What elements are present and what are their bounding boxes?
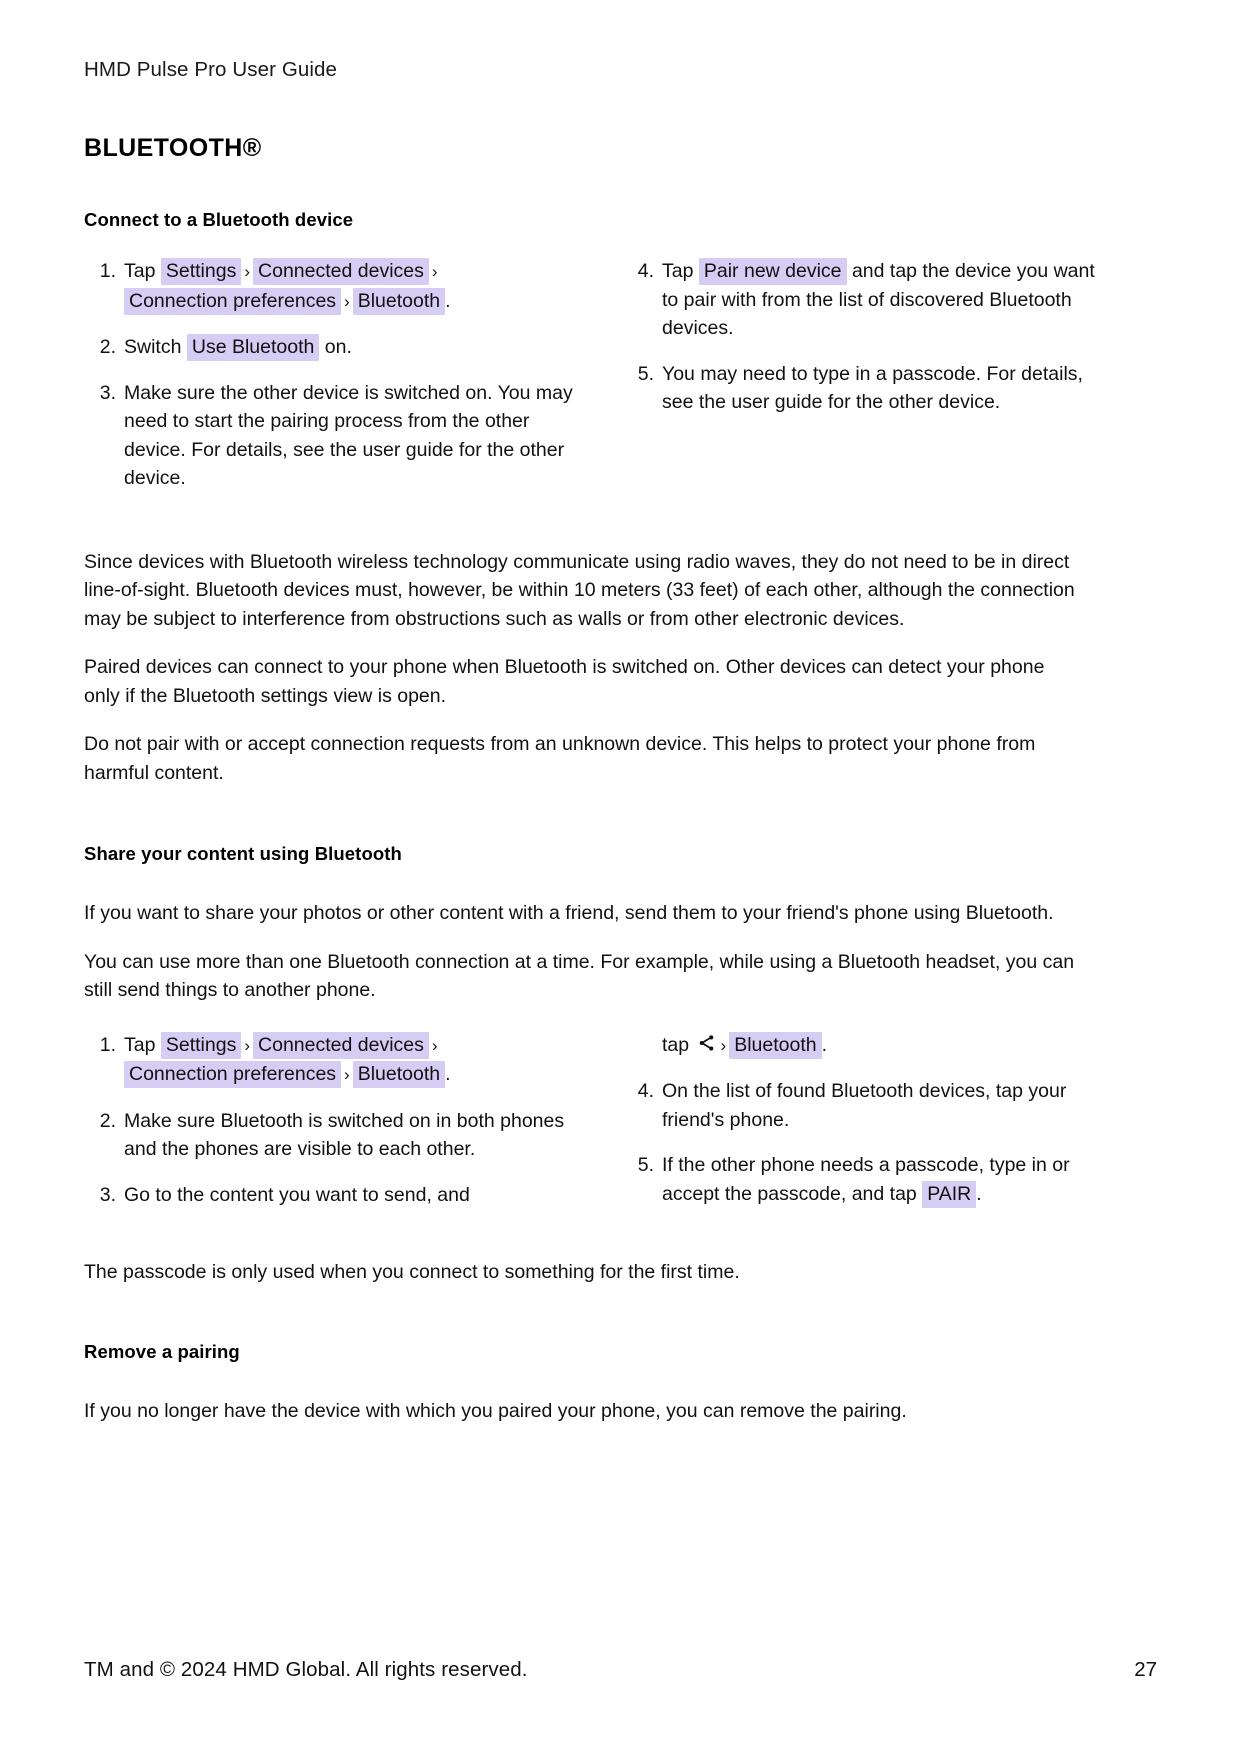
list-item-number: 2. bbox=[99, 1109, 116, 1132]
paragraph: Paired devices can connect to your phone… bbox=[84, 656, 1045, 707]
steps-column-right: 4. Tap Pair new device and tap the device… bbox=[622, 257, 1114, 510]
step-text: You may need to type in a passcode. For … bbox=[662, 362, 1083, 414]
footer-copyright: TM and © 2024 HMD Global. All rights res… bbox=[84, 1658, 528, 1681]
paragraph: Do not pair with or accept connection re… bbox=[84, 733, 1036, 784]
ui-path-chip-bluetooth[interactable]: Bluetooth bbox=[352, 287, 446, 315]
period: . bbox=[445, 1063, 451, 1085]
list-item-number: 1. bbox=[99, 1033, 116, 1056]
paragraph: If you want to share your photos or othe… bbox=[84, 902, 1054, 924]
step-tail-text: on. bbox=[324, 336, 352, 358]
footer-page-number: 27 bbox=[1134, 1658, 1157, 1681]
path-separator: › bbox=[431, 262, 438, 281]
paragraphs-remove: If you no longer have the device with wh… bbox=[84, 1397, 1157, 1426]
ui-path-chip-settings[interactable]: Settings bbox=[160, 258, 242, 285]
paragraphs-connect: Since devices with Bluetooth wireless te… bbox=[84, 548, 1157, 788]
list-item-number: 1. bbox=[99, 260, 116, 282]
step-text: Make sure the other device is switched o… bbox=[124, 381, 573, 490]
path-separator: › bbox=[244, 262, 251, 281]
list-item: 5. You may need to type in a passcode. Fo… bbox=[622, 360, 1114, 417]
section-heading-connect: Connect to a Bluetooth device bbox=[84, 209, 354, 230]
ui-path-chip-settings[interactable]: Settings bbox=[160, 1031, 242, 1059]
step-lead-text: tap bbox=[662, 1033, 690, 1056]
path-separator: › bbox=[344, 1065, 350, 1084]
period: . bbox=[976, 1182, 982, 1205]
list-item-number: 4. bbox=[637, 260, 654, 282]
step-lead-text: Tap bbox=[124, 260, 156, 282]
path-separator: › bbox=[344, 291, 350, 311]
list-item-number: 5. bbox=[637, 1154, 654, 1176]
path-separator: › bbox=[431, 1035, 438, 1055]
steps-list-share-left: 1. Tap Settings › Connected devices ›Connect… bbox=[84, 1031, 576, 1210]
step-text: On the list of found Bluetooth devices, … bbox=[662, 1080, 1067, 1131]
step-text: Make sure Bluetooth is switched on in bo… bbox=[124, 1109, 565, 1161]
list-item-number: 4. bbox=[637, 1080, 654, 1102]
step-lead-text: Tap bbox=[124, 1033, 156, 1056]
list-item: 2. Make sure Bluetooth is switched on in … bbox=[84, 1107, 576, 1164]
steps-list-share-right: tap › Bluetooth. 4. On the list of found B… bbox=[622, 1031, 1114, 1209]
running-head: HMD Pulse Pro User Guide bbox=[84, 58, 338, 81]
paragraph: If you no longer have the device with wh… bbox=[84, 1399, 907, 1422]
steps-column-right: tap › Bluetooth. 4. On the list of found B… bbox=[622, 1031, 1114, 1227]
period: . bbox=[445, 289, 451, 312]
list-item: 4. Tap Pair new device and tap the device… bbox=[622, 257, 1114, 343]
list-item: 2. Switch Use Bluetooth on. bbox=[84, 333, 576, 362]
ui-path-chip-bluetooth[interactable]: Bluetooth bbox=[729, 1031, 822, 1059]
steps-column-left: 1. Tap Settings › Connected devices ›Connect… bbox=[84, 1031, 576, 1227]
list-item-number: 3. bbox=[99, 1183, 116, 1206]
paragraph: Since devices with Bluetooth wireless te… bbox=[84, 550, 1075, 630]
list-item: 1. Tap Settings › Connected devices ›Connect… bbox=[84, 1031, 576, 1090]
ui-path-chip-pair-new-device[interactable]: Pair new device bbox=[698, 258, 847, 285]
steps-list-connect-right: 4. Tap Pair new device and tap the device… bbox=[622, 257, 1114, 417]
path-separator: › bbox=[244, 1035, 251, 1055]
list-item: 1. Tap Settings › Connected devices ›Connect… bbox=[84, 257, 576, 316]
paragraph: The passcode is only used when you conne… bbox=[84, 1261, 740, 1283]
share-icon bbox=[697, 1033, 716, 1053]
step-lead-text: Tap bbox=[662, 260, 694, 282]
ui-path-chip-connected-devices[interactable]: Connected devices bbox=[253, 258, 429, 285]
steps-list-connect-left: 1. Tap Settings › Connected devices ›Connect… bbox=[84, 257, 576, 493]
paragraphs-share: If you want to share your photos or othe… bbox=[84, 899, 1157, 1005]
chapter-title: BLUETOOTH® bbox=[84, 134, 262, 162]
document-page: HMD Pulse Pro User Guide BLUETOOTH® Conn… bbox=[0, 0, 1241, 1754]
ui-path-chip-pair[interactable]: PAIR bbox=[922, 1180, 977, 1208]
section-heading-remove: Remove a pairing bbox=[84, 1340, 240, 1362]
step-text: Go to the content you want to send, and bbox=[124, 1183, 470, 1206]
list-item-number: 2. bbox=[99, 336, 116, 358]
step-lead-text: If the other phone needs a passcode, typ… bbox=[662, 1154, 1070, 1205]
list-item: 3. Go to the content you want to send, an… bbox=[84, 1181, 576, 1210]
list-item: 4. On the list of found Bluetooth devices… bbox=[622, 1077, 1114, 1134]
paragraph-passcode-note: The passcode is only used when you conne… bbox=[84, 1258, 1157, 1287]
list-item-number: 3. bbox=[99, 381, 116, 404]
steps-two-column-connect: 1. Tap Settings › Connected devices ›Connect… bbox=[84, 257, 1157, 510]
list-item-continuation: tap › Bluetooth. bbox=[622, 1031, 1114, 1061]
step-lead-text: Switch bbox=[124, 336, 182, 358]
period: . bbox=[821, 1033, 828, 1056]
ui-path-chip-connection-preferences[interactable]: Connection preferences bbox=[124, 1061, 342, 1088]
ui-path-chip-connected-devices[interactable]: Connected devices bbox=[253, 1031, 429, 1059]
ui-path-chip-use-bluetooth[interactable]: Use Bluetooth bbox=[186, 334, 320, 361]
ui-path-chip-connection-preferences[interactable]: Connection preferences bbox=[124, 287, 342, 315]
ui-path-chip-bluetooth[interactable]: Bluetooth bbox=[352, 1061, 446, 1088]
section-heading-share: Share your content using Bluetooth bbox=[84, 843, 402, 864]
list-item: 5. If the other phone needs a passcode, t… bbox=[622, 1151, 1114, 1208]
page-footer: TM and © 2024 HMD Global. All rights res… bbox=[84, 1658, 1157, 1682]
steps-two-column-share: 1. Tap Settings › Connected devices ›Connect… bbox=[84, 1031, 1157, 1227]
list-item: 3. Make sure the other device is switched… bbox=[84, 379, 576, 493]
steps-column-left: 1. Tap Settings › Connected devices ›Connect… bbox=[84, 257, 576, 510]
path-separator: › bbox=[720, 1035, 727, 1055]
list-item-number: 5. bbox=[637, 362, 654, 385]
paragraph: You can use more than one Bluetooth conn… bbox=[84, 950, 1075, 1002]
